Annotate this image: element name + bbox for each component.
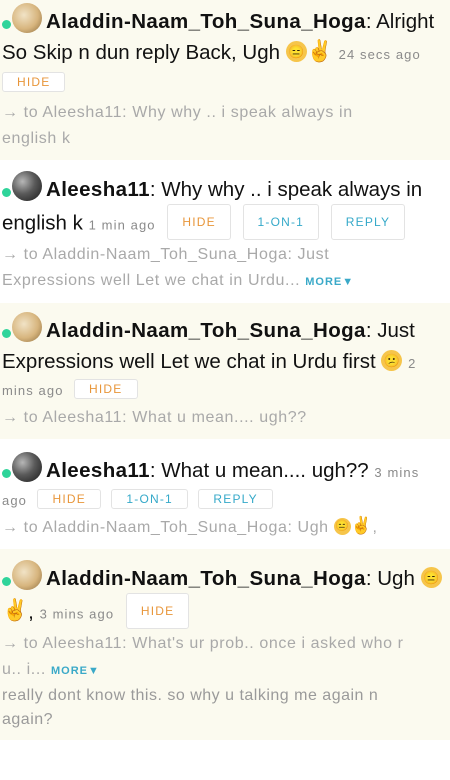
more-link[interactable]: MORE▼	[305, 276, 354, 288]
unamused-face-icon: 😑	[420, 567, 442, 589]
expanded-reply-text: really dont know this. so why u talking …	[2, 687, 379, 705]
chat-message: Aladdin-Naam_Toh_Suna_Hoga: Ugh 😑 ✌, 3 m…	[0, 549, 450, 741]
username[interactable]: Aladdin-Naam_Toh_Suna_Hoga	[46, 10, 366, 33]
hide-button[interactable]: HIDE	[74, 379, 138, 399]
message-line: Aladdin-Naam_Toh_Suna_Hoga: Ugh 😑	[2, 559, 446, 595]
online-status-icon	[2, 469, 11, 479]
reply-context: → to Aleesha11: What u mean.... ugh??	[2, 409, 307, 426]
unamused-face-icon: 😑	[285, 41, 307, 63]
timestamp: 24 secs ago	[338, 47, 421, 62]
message-line: Aladdin-Naam_Toh_Suna_Hoga: Alright	[2, 2, 446, 38]
reply-context: u.. i... MORE▼	[2, 657, 446, 684]
reply-button[interactable]: REPLY	[198, 489, 273, 509]
message-line: ✌, 3 mins ago HIDE	[2, 593, 446, 631]
chat-message: Aleesha11: What u mean.... ugh?? 3 mins …	[0, 439, 450, 549]
online-status-icon	[2, 329, 11, 339]
avatar[interactable]	[12, 559, 42, 590]
confused-face-icon: 😕	[381, 350, 403, 372]
reply-context: english k	[2, 130, 71, 147]
timestamp: 2	[408, 356, 417, 371]
message-text: Expressions well Let we chat in Urdu fir…	[2, 350, 376, 373]
timestamp: ago	[2, 493, 27, 509]
message-text: : Just	[365, 319, 415, 342]
reply-context: → to Aladdin-Naam_Toh_Suna_Hoga: Just	[2, 246, 330, 263]
reply-context: → to Aleesha11: Why why .. i speak alway…	[2, 104, 353, 121]
reply-context-text: ,	[372, 519, 378, 537]
message-text: ,	[28, 600, 34, 624]
hide-button[interactable]: HIDE	[2, 72, 66, 92]
message-text: : Why why .. i speak always in	[149, 178, 423, 201]
reply-context-text: → to Aladdin-Naam_Toh_Suna_Hoga: Ugh	[2, 519, 329, 537]
chat-message: Aleesha11: Why why .. i speak always in …	[0, 160, 450, 303]
victory-hand-icon: ✌	[2, 599, 29, 623]
hide-button[interactable]: HIDE	[167, 204, 231, 240]
message-line: Aleesha11: Why why .. i speak always in	[2, 170, 446, 206]
chat-message: Aladdin-Naam_Toh_Suna_Hoga: Just Express…	[0, 303, 450, 439]
message-text: : Ugh	[365, 567, 415, 591]
message-text: So Skip n dun reply Back, Ugh	[2, 41, 281, 64]
avatar[interactable]	[12, 311, 42, 342]
one-on-one-button[interactable]: 1-ON-1	[242, 204, 320, 240]
message-text: english k	[2, 211, 83, 235]
message-line: Expressions well Let we chat in Urdu fir…	[2, 347, 446, 379]
expanded-reply-text: again?	[2, 711, 54, 729]
avatar[interactable]	[12, 170, 42, 201]
more-link[interactable]: MORE▼	[51, 665, 100, 677]
avatar[interactable]	[12, 2, 42, 33]
online-status-icon	[2, 577, 11, 587]
hide-button[interactable]: HIDE	[37, 489, 101, 509]
chat-feed: Aladdin-Naam_Toh_Suna_Hoga: Alright So S…	[0, 0, 450, 741]
username[interactable]: Aleesha11	[46, 459, 150, 482]
timestamp: 3 mins	[374, 465, 420, 480]
timestamp: mins ago	[2, 383, 64, 399]
reply-button[interactable]: REPLY	[330, 204, 406, 240]
timestamp: 1 min ago	[88, 217, 156, 233]
username[interactable]: Aladdin-Naam_Toh_Suna_Hoga	[46, 319, 366, 342]
message-line: So Skip n dun reply Back, Ugh 😑 ✌ 24 secs…	[2, 38, 446, 70]
username[interactable]: Aleesha11	[46, 178, 150, 201]
timestamp: 3 mins ago	[39, 606, 115, 622]
reply-context-text: Expressions well Let we chat in Urdu...	[2, 272, 301, 289]
reply-context-text: u.. i...	[2, 661, 46, 679]
reply-context: → to Aleesha11: What's ur prob.. once i …	[2, 635, 404, 653]
online-status-icon	[2, 20, 11, 30]
message-text: : Alright	[365, 10, 435, 33]
message-text: : What u mean.... ugh??	[149, 459, 369, 482]
reply-context: Expressions well Let we chat in Urdu... …	[2, 268, 446, 295]
one-on-one-button[interactable]: 1-ON-1	[111, 489, 188, 509]
victory-hand-icon: ✌	[306, 39, 333, 63]
hide-button[interactable]: HIDE	[125, 593, 190, 630]
victory-hand-icon: ✌	[350, 516, 373, 535]
reply-context: → to Aladdin-Naam_Toh_Suna_Hoga: Ugh 😑✌,	[2, 515, 446, 541]
message-line: english k 1 min ago HIDE 1-ON-1 REPLY	[2, 204, 446, 242]
chat-message: Aladdin-Naam_Toh_Suna_Hoga: Alright So S…	[0, 0, 450, 160]
message-line: Aladdin-Naam_Toh_Suna_Hoga: Just	[2, 311, 446, 347]
username[interactable]: Aladdin-Naam_Toh_Suna_Hoga	[46, 567, 366, 590]
online-status-icon	[2, 188, 11, 198]
unamused-face-icon: 😑	[333, 517, 351, 535]
avatar[interactable]	[12, 451, 42, 482]
message-line: Aleesha11: What u mean.... ugh?? 3 mins	[2, 451, 446, 489]
